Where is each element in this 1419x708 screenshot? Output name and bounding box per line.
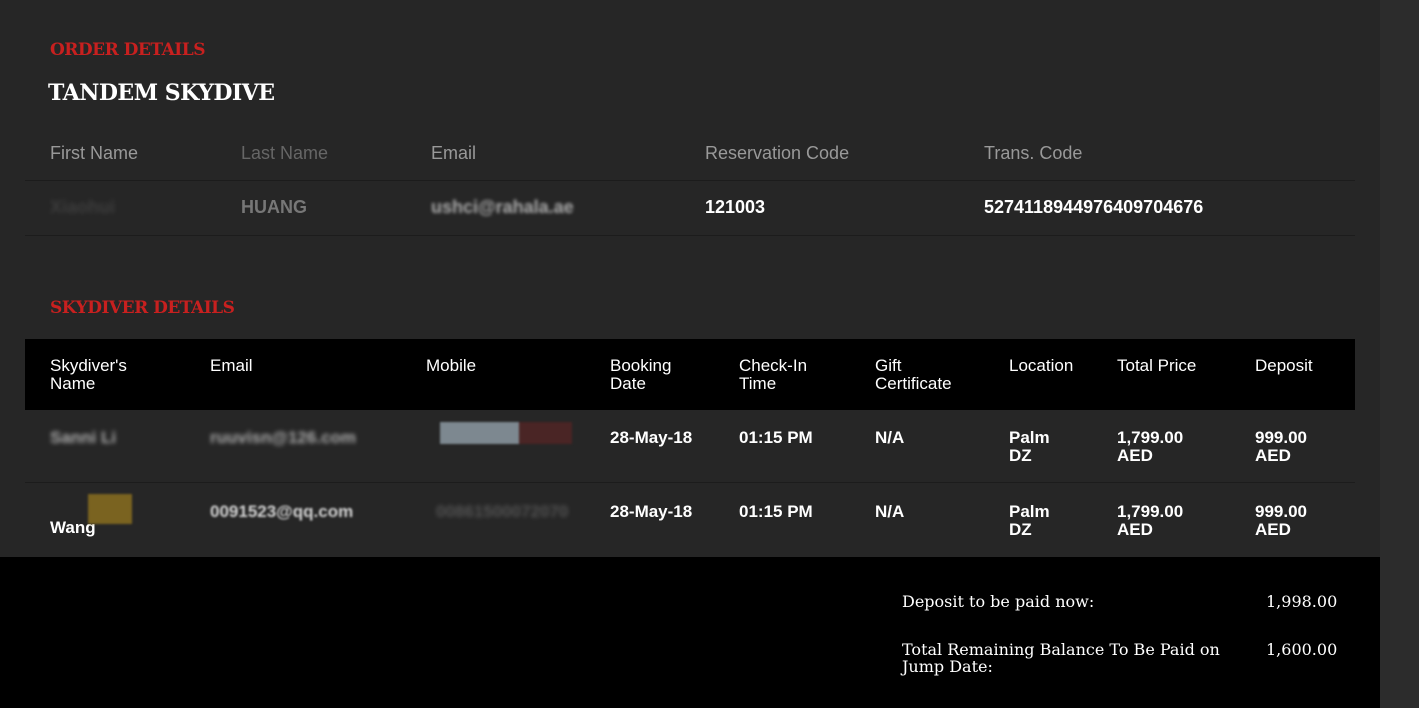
table-row: Sanni Li ruuvisn@126.com 28-May-18 01:15… [25,410,1355,483]
deposit: 999.00 AED [1255,502,1307,539]
col-trans-code: Trans. Code [984,143,1083,163]
order-panel: ORDER DETAILS TANDEM SKYDIVE First Name … [0,0,1380,557]
col-first-name: First Name [50,143,139,163]
payment-summary: Deposit to be paid now: 1,998.00 Total R… [0,557,1380,708]
th-mobile: Mobile [426,356,477,375]
deposit-label: Deposit to be paid now: [902,592,1095,611]
trans-code-value: 52741189449764097046​76 [984,197,1204,217]
skydiver-mobile-redacted [440,422,572,444]
th-email: Email [210,356,253,375]
deposit-amount: 1,998.00 [1266,592,1338,611]
th-gift: Gift Certificate [875,356,952,393]
deposit: 999.00 AED [1255,428,1307,465]
redaction-block [88,494,132,524]
th-deposit: Deposit [1255,356,1313,375]
skydiver-email: 0091523@qq.com [210,502,354,521]
th-total-price: Total Price [1117,356,1197,375]
total-price: 1,799.00 AED [1117,502,1184,539]
booking-date: 28-May-18 [610,428,693,447]
skydiver-details-heading: SKYDIVER DETAILS [50,298,235,318]
total-price: 1,799.00 AED [1117,428,1184,465]
balance-label: Total Remaining Balance To Be Paid on Ju… [902,640,1220,676]
first-name-value: Xiaohui [50,197,116,217]
gift-certificate: N/A [875,502,905,521]
th-checkin: Check-In Time [739,356,808,393]
checkin-time: 01:15 PM [739,502,813,521]
location: Palm DZ [1009,502,1050,539]
col-email: Email [431,143,477,163]
col-reservation-code: Reservation Code [705,143,850,163]
col-last-name: Last Name [241,143,329,163]
th-name: Skydiver's Name [50,356,127,393]
th-location: Location [1009,356,1074,375]
booking-date: 28-May-18 [610,502,693,521]
table-row: Wang 0091523@qq.com 00861500072070 28-Ma… [25,484,1355,557]
last-name-value: HUANG [241,197,307,217]
gift-certificate: N/A [875,428,905,447]
th-booking-date: Booking Date [610,356,672,393]
location: Palm DZ [1009,428,1050,465]
checkin-time: 01:15 PM [739,428,813,447]
reservation-code-value: 121003 [705,197,766,217]
skydiver-name: Sanni Li [50,428,117,447]
skydiver-table-header: Skydiver's Name Email Mobile Booking Dat… [25,339,1355,410]
balance-amount: 1,600.00 [1266,640,1338,659]
order-details-heading: ORDER DETAILS [50,40,205,60]
product-title: TANDEM SKYDIVE [48,80,275,106]
email-value: ushci@rahala.ae [431,197,574,217]
skydiver-email: ruuvisn@126.com [210,428,357,447]
skydiver-mobile: 00861500072070 [436,502,569,521]
